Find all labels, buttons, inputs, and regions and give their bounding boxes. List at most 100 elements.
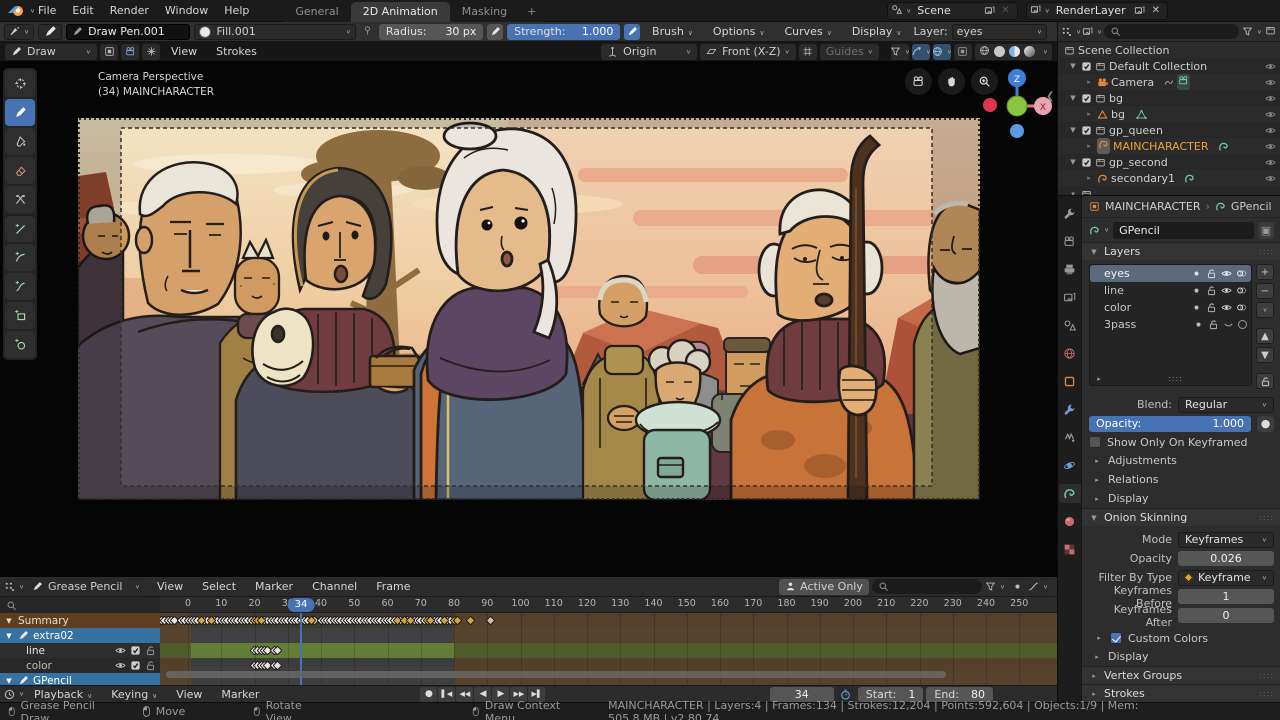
channel-line[interactable]: line [0,643,160,658]
tab-general[interactable]: General [283,2,350,22]
radius-pressure-toggle[interactable] [487,24,503,40]
outliner-search-input[interactable] [1104,24,1239,39]
outliner-row-bg-collection[interactable]: ▼ bg [1058,90,1280,106]
outliner-filter-dropdown[interactable]: ∨ [1242,26,1262,37]
eye-icon[interactable] [115,645,126,656]
selectability-dropdown[interactable]: ∨ [891,44,909,60]
dope-select-menu[interactable]: Select [194,580,244,593]
new-scene-button[interactable] [981,4,997,18]
keyframe-diamond[interactable] [466,616,476,626]
shading-solid-icon[interactable] [994,46,1005,57]
move-layer-up-button[interactable]: ▲ [1256,328,1274,344]
tab-tool[interactable] [1059,204,1081,223]
remove-layer-button[interactable]: − [1256,283,1274,299]
strength-pressure-toggle[interactable] [624,24,640,40]
channel-extra02[interactable]: ▼extra02 [0,628,160,643]
layer-row-color[interactable]: color [1090,299,1251,316]
viewport-3d[interactable]: Camera Perspective (34) MAINCHARACTER Z … [0,61,1057,577]
tab-render[interactable] [1059,232,1081,251]
horizontal-scrollbar[interactable] [166,671,946,678]
circle-tool-button[interactable] [5,331,35,358]
line-tool-button[interactable] [5,215,35,242]
pin-material-icon[interactable] [362,25,373,39]
dope-view-menu[interactable]: View [149,580,191,593]
eye-icon[interactable] [1265,109,1276,120]
onion-skinning-panel-header[interactable]: ▼Onion Skinning:::: [1082,508,1280,526]
lock-icon[interactable] [1206,302,1217,313]
onion-skin-icon[interactable] [1236,285,1247,296]
outliner-row-gp-queen-collection[interactable]: ▼ gp_queen [1058,122,1280,138]
multiframe-toggle-icon[interactable] [100,44,118,60]
remove-layer-button[interactable]: ✕ [1148,5,1164,16]
outliner-row-default-collection[interactable]: ▼ Default Collection [1058,58,1280,74]
active-only-toggle[interactable]: Active Only [779,579,869,595]
menu-render[interactable]: Render [102,4,157,17]
onion-skin-off-icon[interactable] [1238,320,1247,329]
unlink-scene-button[interactable]: ✕ [997,5,1013,16]
gpencil-browse-dropdown[interactable]: ∨ [1089,225,1109,236]
dopesheet-mode-dropdown[interactable]: Grease Pencil∨ [26,579,146,595]
record-button[interactable]: ● [420,687,437,702]
outliner-filter-icon[interactable]: ∨ [1083,24,1101,40]
erase-tool-button[interactable] [5,157,35,184]
eye-icon[interactable] [1221,285,1232,296]
onion-mode-dropdown[interactable]: Keyframes∨ [1178,532,1274,548]
breadcrumb-data[interactable]: GPencil [1231,200,1272,213]
eye-icon[interactable] [1265,77,1276,88]
blender-logo-icon[interactable]: ∨ [6,3,28,19]
onion-skin-icon[interactable] [1236,302,1247,313]
section-adjustments[interactable]: ▸Adjustments [1082,451,1280,470]
outliner-row-secondary1[interactable]: ▸ secondary1 [1058,170,1280,186]
drawing-plane-dropdown[interactable]: Front (X-Z)∨ [700,44,796,60]
cutter-tool-button[interactable] [5,186,35,213]
menu-file[interactable]: File [30,4,64,17]
datablock-name-field[interactable]: GPencil [1113,222,1254,239]
eye-icon[interactable] [115,660,126,671]
shading-rendered-icon[interactable] [1024,46,1035,57]
jump-to-start-button[interactable]: ▌◀ [438,687,455,702]
dope-frame-menu[interactable]: Frame [368,580,418,593]
camera-view-button[interactable] [905,68,932,95]
canvas-artwork[interactable] [78,118,980,500]
menu-help[interactable]: Help [216,4,257,17]
view-menu[interactable]: View [163,45,205,58]
stroke-placement-dropdown[interactable]: Origin∨ [601,44,697,60]
strength-slider[interactable]: Strength:1.000 [507,24,620,40]
shading-material-icon[interactable] [1009,46,1020,57]
outliner-row-gp-second-collection[interactable]: ▼ gp_second [1058,154,1280,170]
arc-tool-button[interactable] [5,244,35,271]
tab-world[interactable] [1059,344,1081,363]
lock-icon[interactable] [145,645,156,656]
eye-icon[interactable] [1221,268,1232,279]
eye-icon[interactable] [1265,93,1276,104]
brush-preview-button[interactable] [38,24,62,40]
tab-object[interactable] [1059,372,1081,391]
onion-opacity-field[interactable]: 0.026 [1178,551,1274,566]
tab-physics[interactable] [1059,456,1081,475]
outliner-row-scene-collection[interactable]: Scene Collection [1058,42,1280,58]
sidebar-collapse-arrow[interactable]: ❮ [1046,91,1054,102]
interpolation-dropdown[interactable]: ∨ [1029,579,1047,595]
proportional-edit-icon[interactable] [1008,579,1026,595]
snap-toggle-icon[interactable] [142,44,160,60]
layer-row-eyes[interactable]: eyes [1090,265,1251,282]
layers-panel-header[interactable]: ▼Layers:::: [1082,242,1280,260]
dope-marker-menu[interactable]: Marker [247,580,301,593]
blend-mode-dropdown[interactable]: Regular∨ [1178,397,1274,413]
overlap-icon[interactable] [954,44,972,60]
shading-wireframe-icon[interactable] [979,45,990,59]
view-layer-icon[interactable] [1030,4,1041,18]
options-menu[interactable]: Options∨ [705,25,773,38]
outliner-row-maincharacter[interactable]: ▸ MAINCHARACTER [1058,138,1280,154]
scene-name[interactable]: Scene [911,4,981,17]
checkbox-icon[interactable] [130,660,141,671]
dope-filter-dropdown[interactable]: ∨ [985,581,1005,592]
tab-masking[interactable]: Masking [450,2,519,22]
lock-icon[interactable] [145,660,156,671]
add-layer-button[interactable]: + [1256,264,1274,280]
guides-dropdown[interactable]: Guides∨ [820,44,879,60]
keyframes-after-field[interactable]: 0 [1178,608,1274,623]
tab-scene[interactable] [1059,316,1081,335]
custom-colors-checkbox[interactable] [1110,632,1122,644]
eye-icon[interactable] [1265,61,1276,72]
